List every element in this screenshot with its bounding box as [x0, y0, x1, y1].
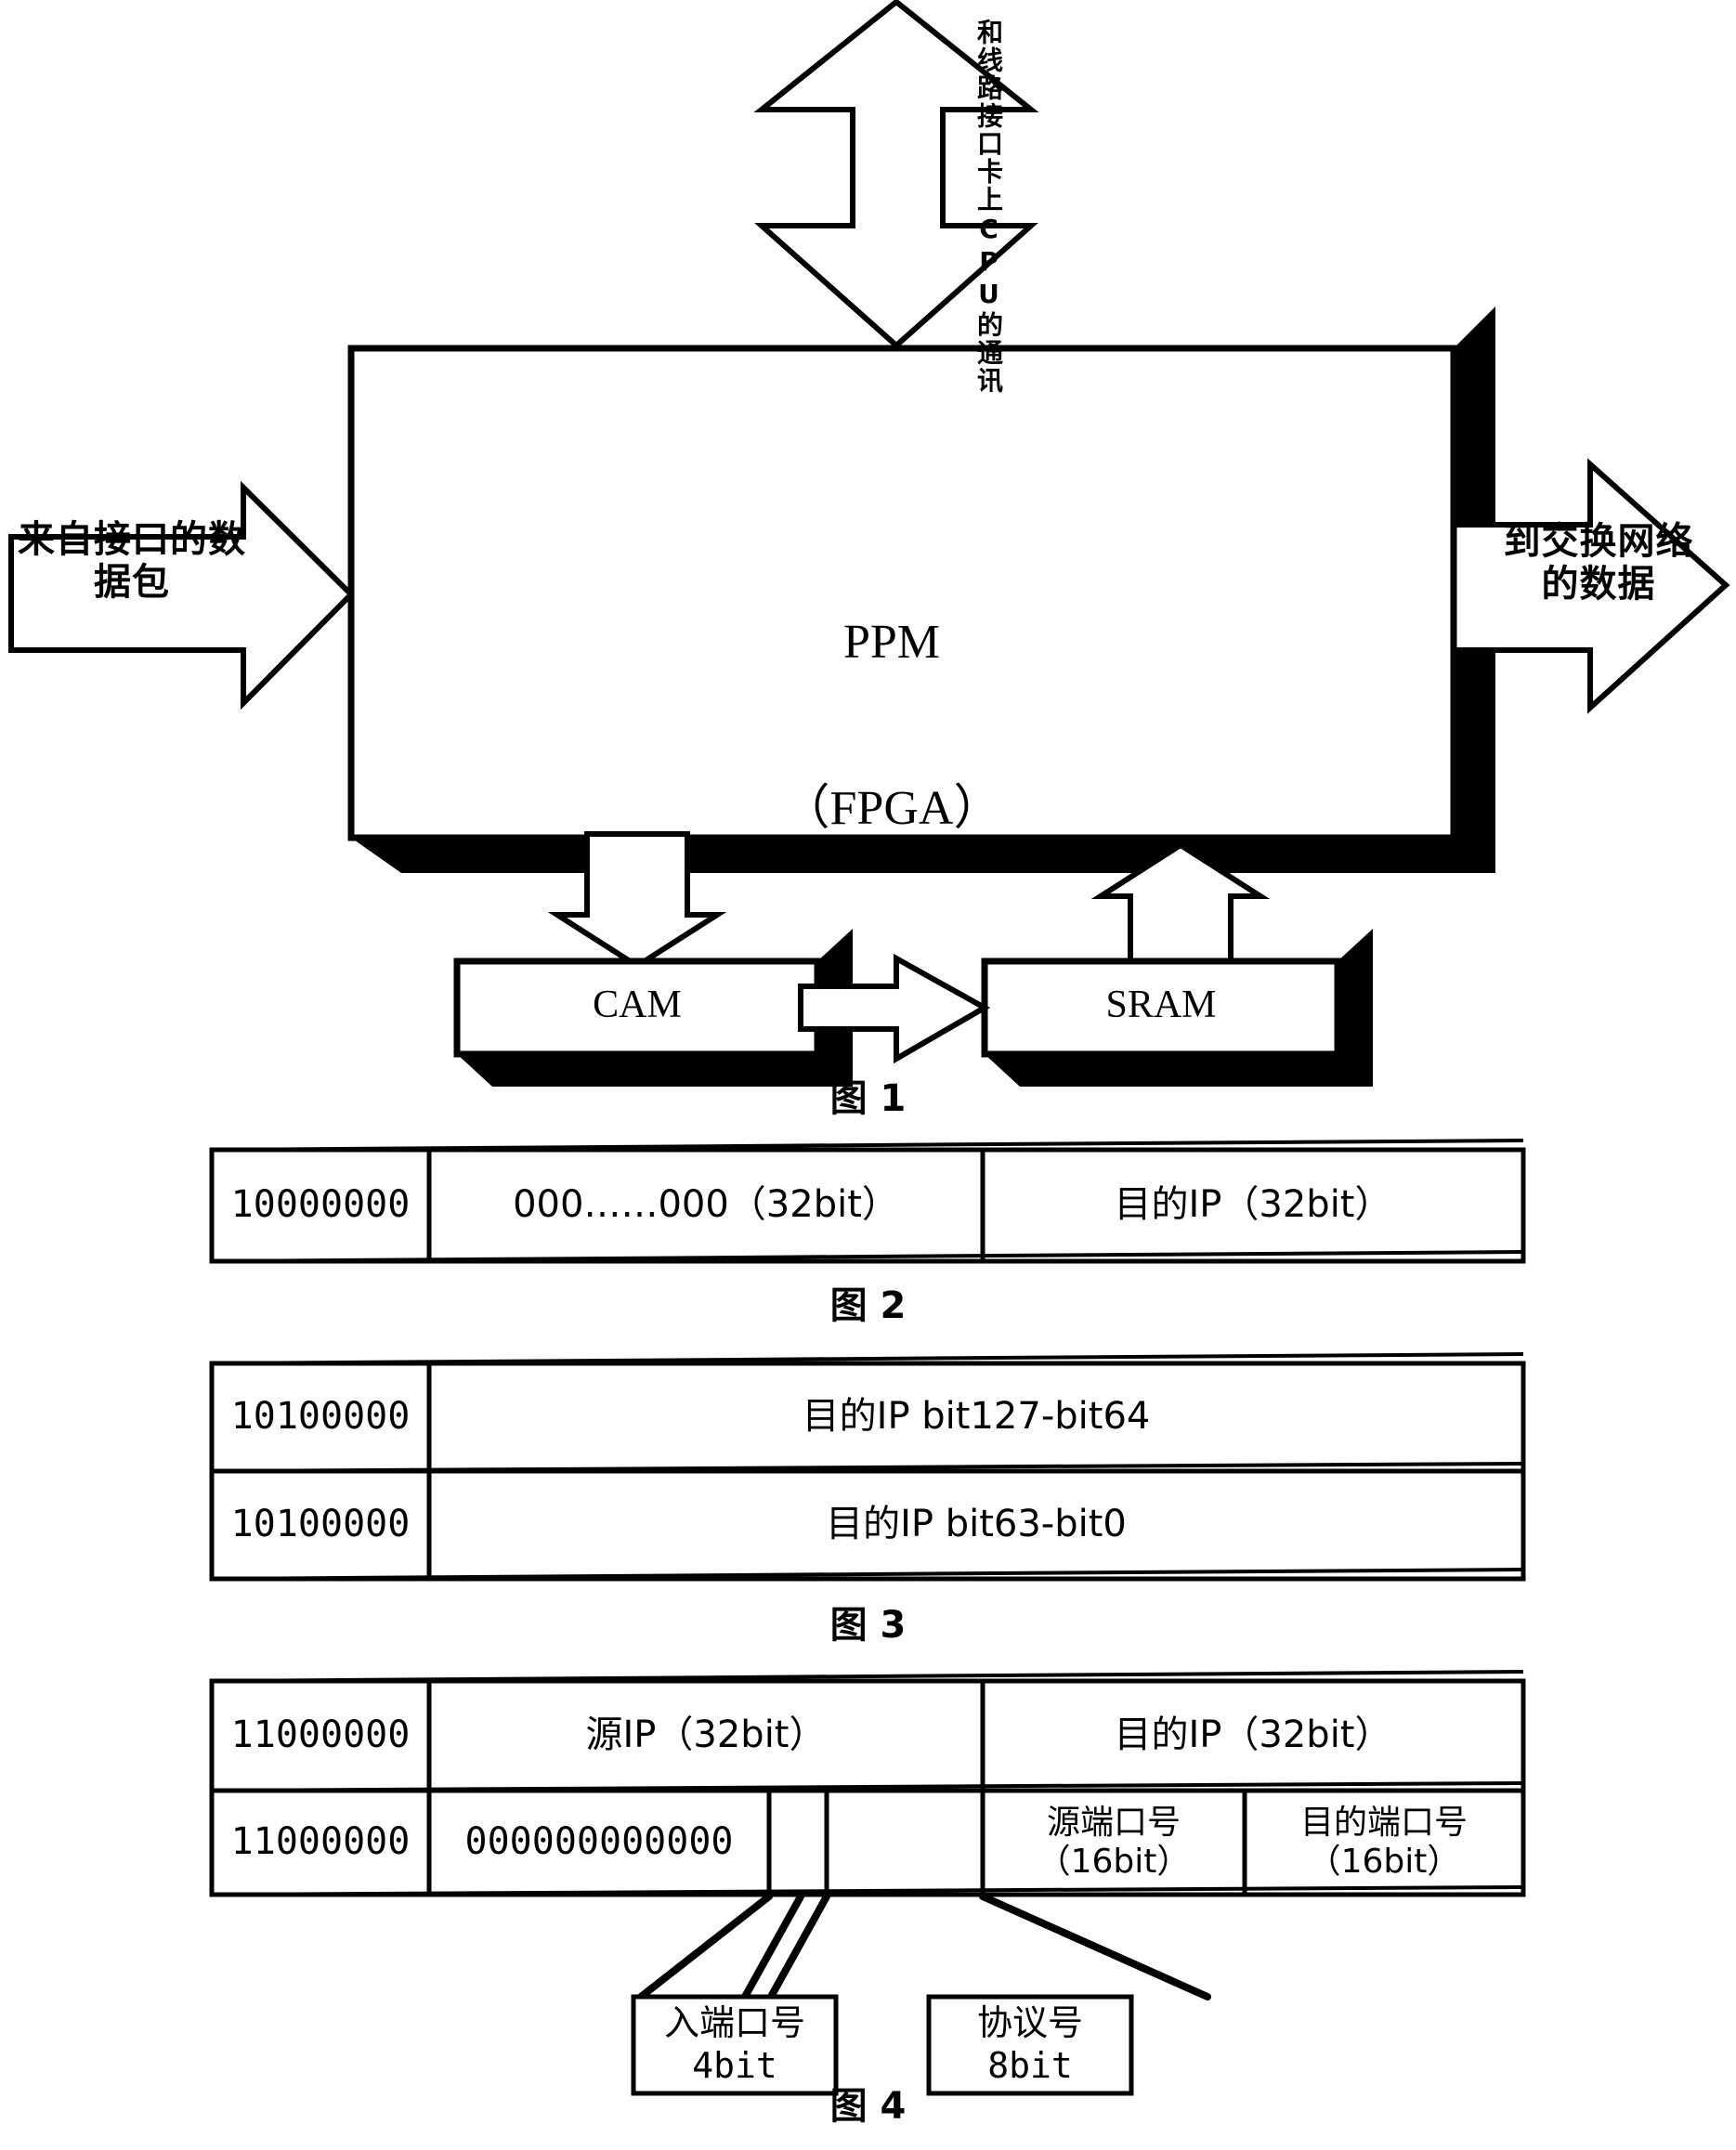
figure3-caption: 图 3	[829, 1604, 907, 1647]
fig4-cell-zeros: 000000000000	[464, 1820, 734, 1864]
output-arrow-label: 到交换网络 的数据	[1503, 520, 1694, 606]
figure1-caption: 图 1	[829, 1077, 907, 1120]
fig4-cell-source-ip: 源IP（32bit）	[585, 1713, 827, 1757]
figure2-caption: 图 2	[829, 1284, 907, 1327]
fig2-cell-padding: 000……000（32bit）	[513, 1183, 899, 1227]
cpu-communication-label: 和线路接口卡上CPU的通讯	[973, 19, 1004, 395]
fig3-cell-value-row2: 目的IP bit63-bit0	[826, 1503, 1127, 1546]
fig3-cell-flag-row1: 10100000	[230, 1395, 411, 1439]
figure4-callout-leaders	[637, 1893, 1211, 2000]
callout-ingress-port-title: 入端口号	[663, 2002, 805, 2044]
fig2-cell-flag: 10000000	[230, 1183, 411, 1227]
sram-block-label: SRAM	[1105, 984, 1217, 1026]
fig4-cell-flag-row1: 11000000	[230, 1713, 411, 1757]
ppm-subtitle: （FPGA）	[781, 781, 1002, 835]
fig2-cell-dest-ip: 目的IP（32bit）	[1114, 1183, 1392, 1227]
callout-protocol-bits: 8bit	[987, 2045, 1073, 2086]
cam-block-label: CAM	[593, 984, 682, 1026]
callout-ingress-port-bits: 4bit	[692, 2045, 777, 2086]
fig4-cell-flag-row2: 11000000	[230, 1820, 411, 1864]
fig4-cell-protocol-slot	[827, 1791, 983, 1895]
fig4-cell-dest-port: 目的端口号 （16bit）	[1299, 1803, 1468, 1881]
ppm-title: PPM	[842, 615, 941, 669]
callout-protocol-title: 协议号	[976, 2002, 1083, 2044]
patent-figure-page: PPM （FPGA） 来自接口的数 据包 到交换网络 的数据 和线路接口卡上CP…	[0, 0, 1736, 2150]
fig3-cell-value-row1: 目的IP bit127-bit64	[802, 1395, 1151, 1439]
fig3-cell-flag-row2: 10100000	[230, 1503, 411, 1546]
callout-protocol: 协议号 8bit	[929, 1997, 1131, 2093]
figure4-caption: 图 4	[829, 2085, 907, 2128]
fig4-cell-source-port: 源端口号 （16bit）	[1037, 1803, 1191, 1881]
fig4-cell-ingress-port-slot	[769, 1791, 827, 1895]
input-arrow-label: 来自接口的数 据包	[18, 518, 246, 604]
callout-ingress-port: 入端口号 4bit	[633, 1997, 836, 2093]
ppm-block-label: PPM （FPGA）	[706, 503, 1077, 947]
fig4-cell-dest-ip: 目的IP（32bit）	[1114, 1713, 1392, 1757]
